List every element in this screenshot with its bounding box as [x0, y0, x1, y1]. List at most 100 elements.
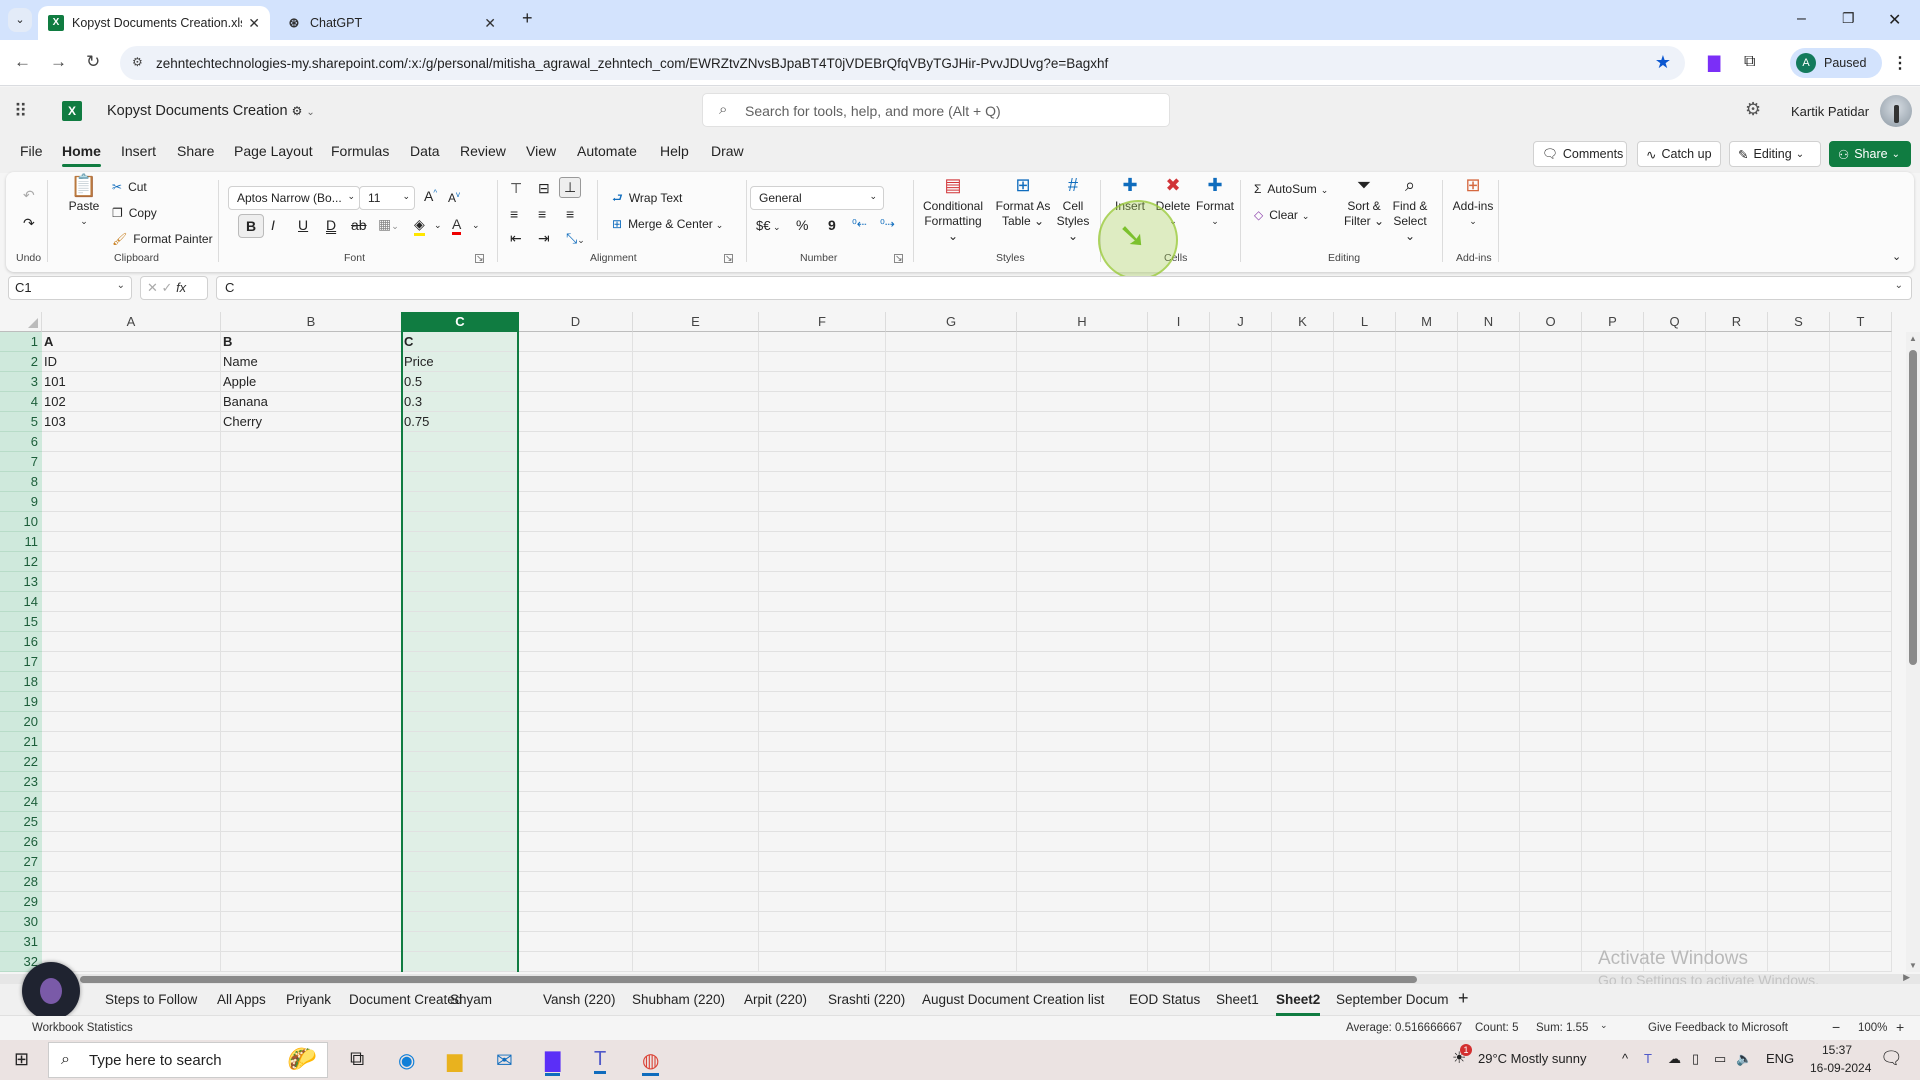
notifications-icon[interactable]: 🗨	[1880, 1048, 1903, 1069]
cell-q28[interactable]	[1644, 872, 1706, 892]
cell-s32[interactable]	[1768, 952, 1830, 972]
cell-i18[interactable]	[1148, 672, 1210, 692]
cell-d10[interactable]	[519, 512, 633, 532]
cell-i24[interactable]	[1148, 792, 1210, 812]
cell-k7[interactable]	[1272, 452, 1334, 472]
cell-p28[interactable]	[1582, 872, 1644, 892]
cell-l23[interactable]	[1334, 772, 1396, 792]
cell-a24[interactable]	[42, 792, 221, 812]
cell-a1[interactable]: A	[42, 332, 221, 352]
cell-f4[interactable]	[759, 392, 886, 412]
row-header[interactable]: 15	[0, 612, 42, 632]
cell-e7[interactable]	[633, 452, 759, 472]
column-header-o[interactable]: O	[1520, 312, 1582, 332]
cell-t21[interactable]	[1830, 732, 1892, 752]
cell-j16[interactable]	[1210, 632, 1272, 652]
tab-review[interactable]: Review	[460, 143, 506, 159]
cell-k21[interactable]	[1272, 732, 1334, 752]
cell-f11[interactable]	[759, 532, 886, 552]
font-dialog-launcher-icon[interactable]: ↘	[475, 254, 484, 263]
cell-t23[interactable]	[1830, 772, 1892, 792]
cell-c4[interactable]: 0.3	[402, 392, 519, 412]
cell-e19[interactable]	[633, 692, 759, 712]
cell-h19[interactable]	[1017, 692, 1148, 712]
cell-f32[interactable]	[759, 952, 886, 972]
cell-i17[interactable]	[1148, 652, 1210, 672]
row-header[interactable]: 21	[0, 732, 42, 752]
cell-r29[interactable]	[1706, 892, 1768, 912]
cell-t10[interactable]	[1830, 512, 1892, 532]
sheet-tab[interactable]: Shyam	[450, 992, 492, 1007]
cell-o2[interactable]	[1520, 352, 1582, 372]
user-name[interactable]: Kartik Patidar	[1791, 104, 1869, 119]
cell-k9[interactable]	[1272, 492, 1334, 512]
cell-a14[interactable]	[42, 592, 221, 612]
cell-o5[interactable]	[1520, 412, 1582, 432]
cell-c31[interactable]	[402, 932, 519, 952]
cell-m4[interactable]	[1396, 392, 1458, 412]
cell-d7[interactable]	[519, 452, 633, 472]
cell-k2[interactable]	[1272, 352, 1334, 372]
cell-d32[interactable]	[519, 952, 633, 972]
cell-e31[interactable]	[633, 932, 759, 952]
column-header-q[interactable]: Q	[1644, 312, 1706, 332]
cell-o3[interactable]	[1520, 372, 1582, 392]
cell-l3[interactable]	[1334, 372, 1396, 392]
cell-h26[interactable]	[1017, 832, 1148, 852]
cell-r22[interactable]	[1706, 752, 1768, 772]
cell-p10[interactable]	[1582, 512, 1644, 532]
cell-h24[interactable]	[1017, 792, 1148, 812]
cell-f29[interactable]	[759, 892, 886, 912]
row-header[interactable]: 6	[0, 432, 42, 452]
row-header[interactable]: 27	[0, 852, 42, 872]
cell-j12[interactable]	[1210, 552, 1272, 572]
cell-b10[interactable]	[221, 512, 402, 532]
cell-c13[interactable]	[402, 572, 519, 592]
cell-p8[interactable]	[1582, 472, 1644, 492]
decrease-font-size-icon[interactable]: Av	[448, 190, 460, 205]
cell-q14[interactable]	[1644, 592, 1706, 612]
cell-t29[interactable]	[1830, 892, 1892, 912]
cell-d30[interactable]	[519, 912, 633, 932]
double-underline-button[interactable]: D	[326, 217, 336, 233]
cell-p14[interactable]	[1582, 592, 1644, 612]
browser-tab-chatgpt[interactable]: ⊛ ChatGPT ✕	[276, 6, 506, 40]
column-header-l[interactable]: L	[1334, 312, 1396, 332]
cell-h18[interactable]	[1017, 672, 1148, 692]
cell-o12[interactable]	[1520, 552, 1582, 572]
row-header[interactable]: 30	[0, 912, 42, 932]
share-button[interactable]: ⚇ Share ⌄	[1829, 141, 1911, 167]
cell-a11[interactable]	[42, 532, 221, 552]
cell-p13[interactable]	[1582, 572, 1644, 592]
cell-b4[interactable]: Banana	[221, 392, 402, 412]
cell-a29[interactable]	[42, 892, 221, 912]
cell-j31[interactable]	[1210, 932, 1272, 952]
row-header[interactable]: 16	[0, 632, 42, 652]
cell-j29[interactable]	[1210, 892, 1272, 912]
sheet-tab[interactable]: Steps to Follow	[105, 992, 197, 1007]
cell-r8[interactable]	[1706, 472, 1768, 492]
cell-t4[interactable]	[1830, 392, 1892, 412]
cell-l9[interactable]	[1334, 492, 1396, 512]
cell-n27[interactable]	[1458, 852, 1520, 872]
cell-t3[interactable]	[1830, 372, 1892, 392]
cell-l5[interactable]	[1334, 412, 1396, 432]
copy-button[interactable]: ❐ Copy	[112, 206, 157, 220]
cell-q19[interactable]	[1644, 692, 1706, 712]
cell-a3[interactable]: 101	[42, 372, 221, 392]
row-header[interactable]: 17	[0, 652, 42, 672]
cell-o28[interactable]	[1520, 872, 1582, 892]
cell-l11[interactable]	[1334, 532, 1396, 552]
cell-s2[interactable]	[1768, 352, 1830, 372]
browser-menu-icon[interactable]: ⋮	[1892, 53, 1908, 73]
align-center-icon[interactable]: ≡	[538, 206, 546, 222]
cell-f18[interactable]	[759, 672, 886, 692]
cell-g2[interactable]	[886, 352, 1017, 372]
cell-s16[interactable]	[1768, 632, 1830, 652]
cell-s15[interactable]	[1768, 612, 1830, 632]
cell-k20[interactable]	[1272, 712, 1334, 732]
cell-h7[interactable]	[1017, 452, 1148, 472]
cell-d29[interactable]	[519, 892, 633, 912]
cell-c20[interactable]	[402, 712, 519, 732]
cell-h10[interactable]	[1017, 512, 1148, 532]
